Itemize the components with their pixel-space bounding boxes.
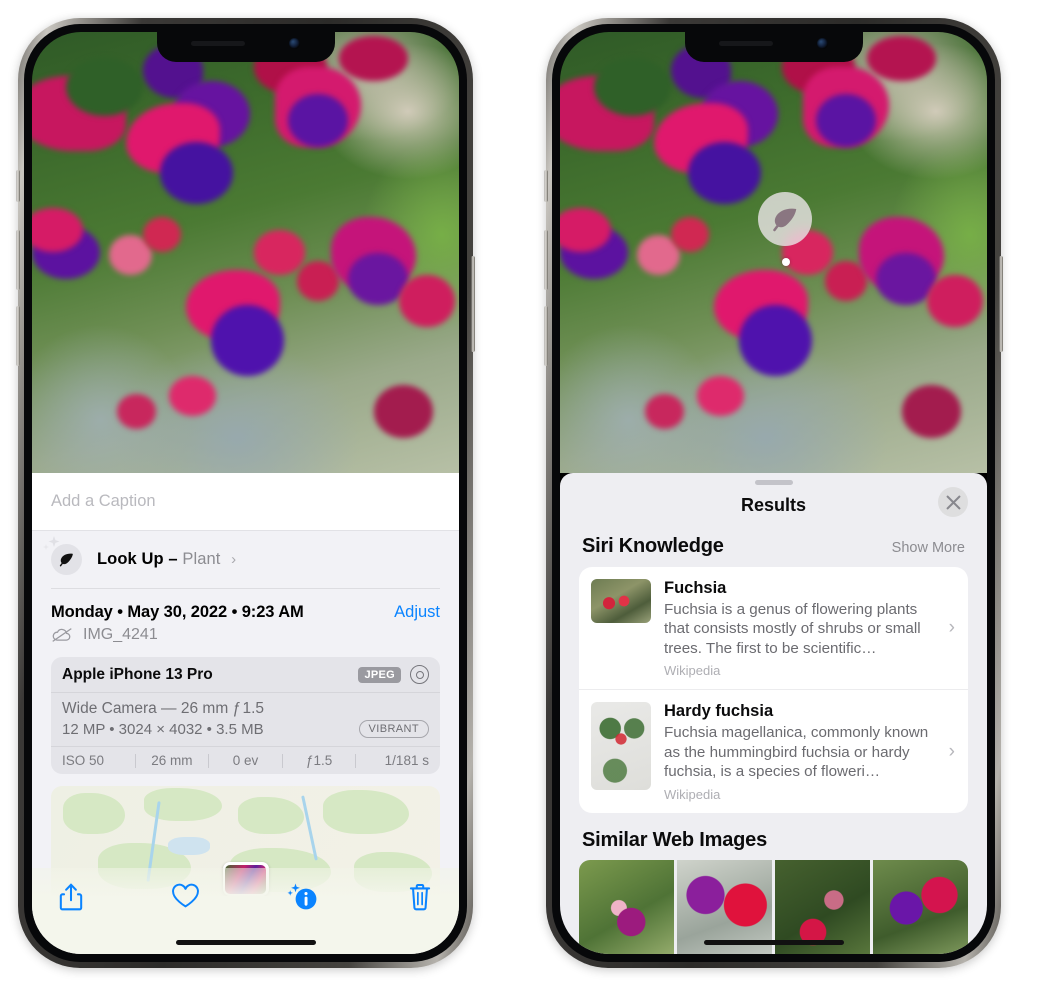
notch: [684, 32, 863, 62]
leaf-icon: [43, 536, 82, 575]
iphone-left: Add a Caption Look Up – Plant › Monday •…: [16, 18, 475, 968]
show-more-button[interactable]: Show More: [892, 540, 965, 556]
knowledge-source: Wikipedia: [664, 786, 721, 802]
knowledge-source: Wikipedia: [664, 663, 721, 679]
phone-screen-left: Add a Caption Look Up – Plant › Monday •…: [32, 32, 459, 954]
photo-viewer[interactable]: [560, 32, 987, 473]
leaf-glyph: [59, 553, 73, 567]
fuchsia-flowers-photo: [32, 32, 459, 473]
home-indicator[interactable]: [703, 940, 844, 945]
exif-body: Wide Camera — 26 mm ƒ 1.5 12 MP • 3024 ×…: [51, 693, 440, 746]
list-item[interactable]: Hardy fuchsia Fuchsia magellanica, commo…: [579, 689, 968, 812]
close-icon[interactable]: [938, 487, 968, 517]
caption-input-placeholder[interactable]: Add a Caption: [51, 492, 156, 511]
exif-stat-aperture: ƒ1.5: [305, 753, 333, 768]
photo-toolbar: [32, 868, 459, 954]
results-title: Results: [740, 494, 807, 515]
exif-stat-focal: 26 mm: [151, 753, 193, 768]
photo-info-sheet: Add a Caption Look Up – Plant › Monday •…: [32, 473, 459, 954]
cloud-slash-icon: [52, 628, 72, 642]
similar-web-images-header: Similar Web Images: [560, 813, 987, 860]
phone-bezel: Results Siri Knowledge Show More Fuchsia…: [552, 24, 995, 962]
volume-down-button[interactable]: [544, 306, 548, 366]
camera-model: Apple iPhone 13 Pro: [62, 665, 213, 683]
look-up-row[interactable]: Look Up – Plant ›: [32, 531, 459, 588]
volume-down-button[interactable]: [16, 306, 20, 366]
photo-datetime: Monday • May 30, 2022 • 9:23 AM: [51, 603, 304, 621]
siri-knowledge-header: Siri Knowledge Show More: [560, 525, 987, 567]
volume-up-button[interactable]: [16, 230, 20, 290]
web-image-4[interactable]: [873, 859, 968, 954]
raw-lens-icon[interactable]: [410, 665, 429, 684]
results-header: Results: [560, 485, 987, 525]
results-sheet: Results Siri Knowledge Show More Fuchsia…: [560, 473, 987, 954]
iphone-right: Results Siri Knowledge Show More Fuchsia…: [544, 18, 1003, 968]
photo-viewer[interactable]: [32, 32, 459, 473]
mute-switch[interactable]: [544, 170, 548, 202]
visual-look-up-anchor-dot: [782, 258, 790, 266]
fuchsia-flowers-photo: [560, 32, 987, 473]
style-badge: VIBRANT: [358, 720, 429, 738]
photo-filename: IMG_4241: [83, 626, 158, 643]
chevron-right-icon: ›: [231, 551, 237, 568]
visual-look-up-badge[interactable]: [758, 192, 812, 246]
mute-switch[interactable]: [16, 170, 20, 202]
look-up-subject: Plant: [182, 550, 221, 568]
volume-up-button[interactable]: [544, 230, 548, 290]
knowledge-body: Hardy fuchsia Fuchsia magellanica, commo…: [664, 702, 956, 801]
adjust-button[interactable]: Adjust: [394, 603, 440, 622]
screenshot-root: Add a Caption Look Up – Plant › Monday •…: [0, 0, 1055, 985]
share-icon[interactable]: [58, 882, 84, 917]
look-up-title: Look Up –: [97, 550, 178, 568]
hardy-fuchsia-thumbnail: [591, 702, 651, 791]
web-image-1[interactable]: [579, 859, 674, 954]
trash-icon[interactable]: [407, 882, 433, 917]
exif-card: Apple iPhone 13 Pro JPEG Wide Camera — 2…: [51, 657, 440, 774]
exif-badges: JPEG: [358, 665, 429, 684]
knowledge-title: Fuchsia: [664, 579, 727, 597]
power-button[interactable]: [999, 256, 1003, 352]
siri-knowledge-card: Fuchsia Fuchsia is a genus of flowering …: [579, 567, 968, 813]
earpiece-speaker-icon: [719, 40, 773, 46]
knowledge-description: Fuchsia magellanica, commonly known as t…: [664, 724, 929, 781]
date-row: Monday • May 30, 2022 • 9:23 AM Adjust: [32, 589, 459, 622]
siri-knowledge-title: Siri Knowledge: [582, 535, 724, 557]
format-badge: JPEG: [358, 666, 401, 683]
earpiece-speaker-icon: [191, 40, 245, 46]
knowledge-description: Fuchsia is a genus of flowering plants t…: [664, 601, 921, 657]
look-up-label: Look Up – Plant ›: [97, 550, 236, 569]
fuchsia-thumbnail: [591, 579, 651, 623]
front-camera-icon: [289, 37, 300, 49]
similar-web-images-title: Similar Web Images: [582, 828, 767, 851]
exif-stat-iso: ISO 50: [62, 753, 105, 768]
info-sparkle-icon[interactable]: [287, 882, 320, 917]
leaf-icon: [773, 208, 797, 232]
caption-row[interactable]: Add a Caption: [32, 473, 459, 531]
chevron-right-icon: ›: [948, 740, 955, 762]
knowledge-title: Hardy fuchsia: [664, 702, 774, 721]
chevron-right-icon: ›: [948, 617, 955, 639]
knowledge-body: Fuchsia Fuchsia is a genus of flowering …: [664, 579, 956, 678]
file-row: IMG_4241: [32, 622, 459, 644]
power-button[interactable]: [471, 256, 475, 352]
lens-line: Wide Camera — 26 mm ƒ 1.5: [62, 700, 264, 717]
home-indicator[interactable]: [175, 940, 316, 945]
front-camera-icon: [817, 37, 828, 49]
exif-header: Apple iPhone 13 Pro JPEG: [51, 657, 440, 693]
notch: [156, 32, 335, 62]
exif-stat-ev: 0 ev: [232, 753, 259, 768]
phone-bezel: Add a Caption Look Up – Plant › Monday •…: [24, 24, 467, 962]
phone-screen-right: Results Siri Knowledge Show More Fuchsia…: [560, 32, 987, 954]
exif-stats: ISO 50 26 mm 0 ev ƒ1.5 1/181 s: [51, 746, 440, 774]
heart-icon[interactable]: [171, 882, 200, 914]
list-item[interactable]: Fuchsia Fuchsia is a genus of flowering …: [579, 567, 968, 689]
exif-stat-shutter: 1/181 s: [384, 753, 429, 768]
